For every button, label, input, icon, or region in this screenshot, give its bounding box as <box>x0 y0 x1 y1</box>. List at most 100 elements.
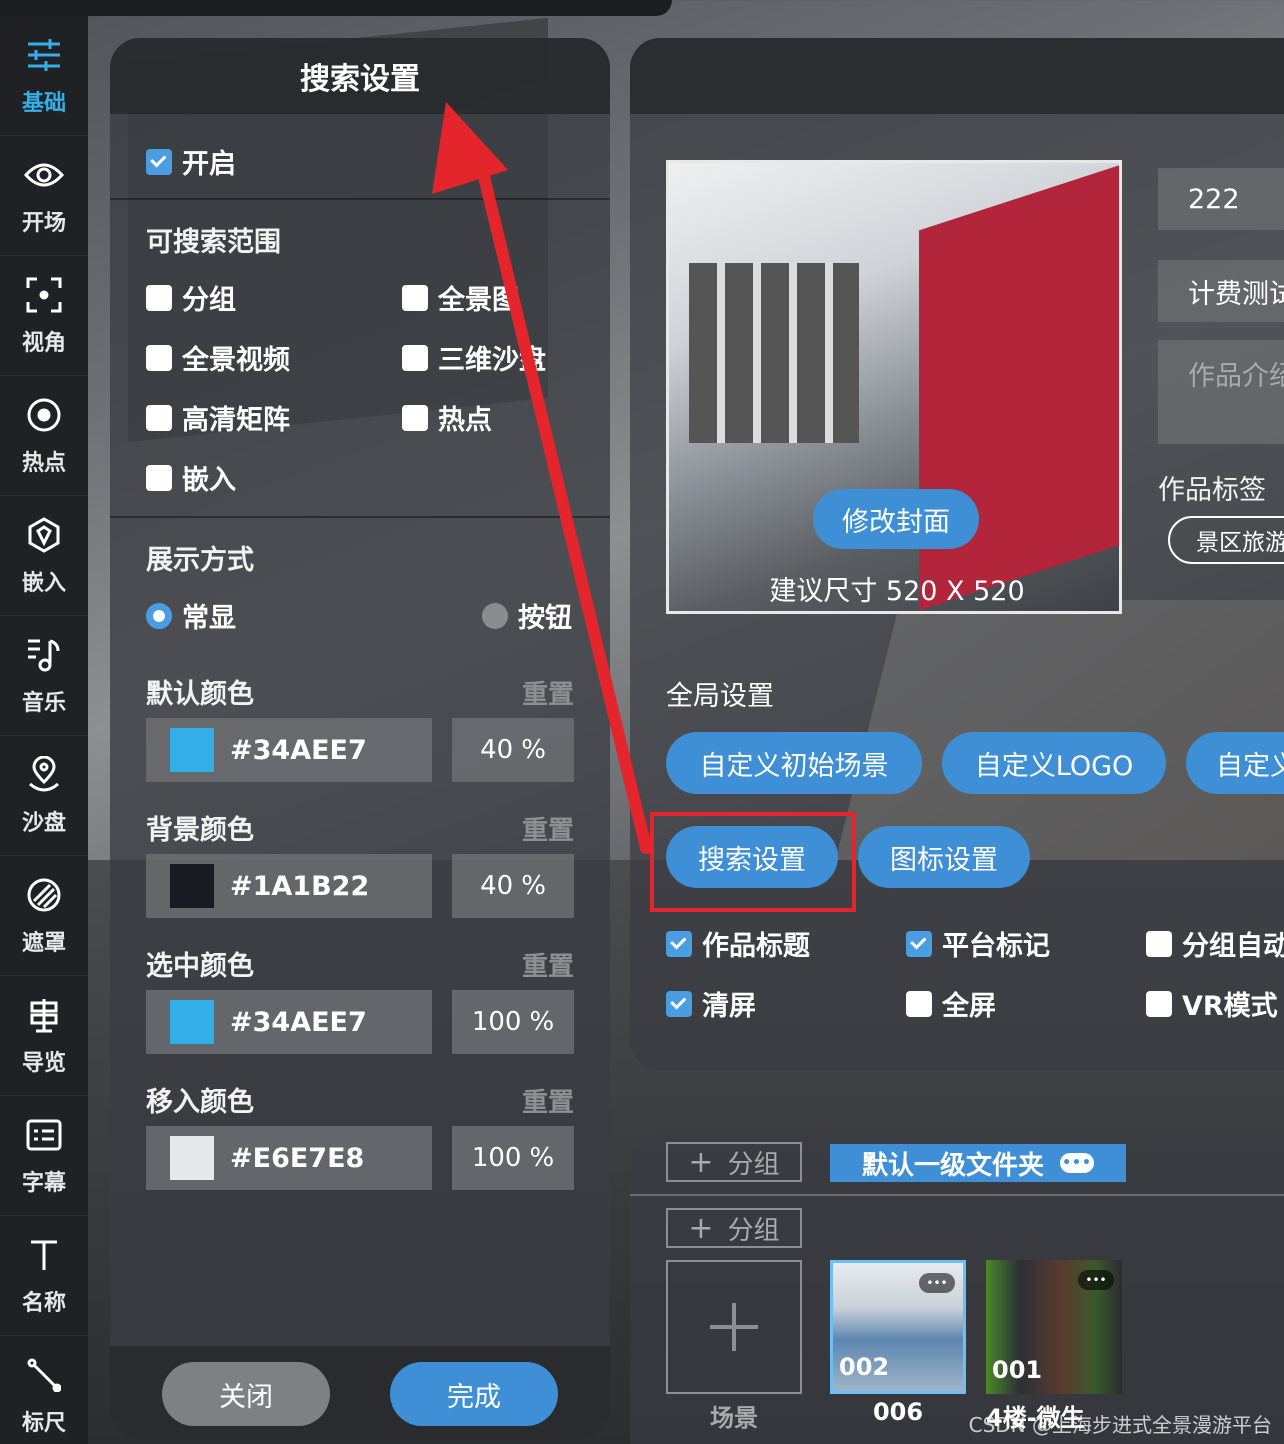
scope-option-hotspot[interactable]: 热点 <box>402 398 492 437</box>
reset-link[interactable]: 重置 <box>522 946 574 983</box>
signpost-icon <box>24 995 64 1035</box>
ruler-icon <box>24 1355 64 1395</box>
scope-option-group[interactable]: 分组 <box>146 278 236 317</box>
scene-thumbnail[interactable]: ••• 001 <box>986 1260 1122 1394</box>
add-subgroup-button[interactable]: + 分组 <box>666 1208 802 1248</box>
scope-option-video[interactable]: 全景视频 <box>146 338 290 377</box>
nav-item-embed[interactable]: 嵌入 <box>0 496 88 616</box>
scope-option-panorama[interactable]: 全景图 <box>402 278 519 317</box>
more-icon[interactable]: ••• <box>919 1273 955 1293</box>
nav-item-mask[interactable]: 遮罩 <box>0 856 88 976</box>
search-settings-panel: 搜索设置 开启 可搜索范围 分组 全景图 全景视频 三维沙盘 高清矩阵 热点 嵌… <box>110 38 610 1438</box>
option-work-title[interactable]: 作品标题 <box>666 924 810 963</box>
cover-size-hint: 建议尺寸 520 X 520 <box>769 576 1025 607</box>
close-button[interactable]: 关闭 <box>162 1362 330 1426</box>
nav-item-sandtable[interactable]: 沙盘 <box>0 736 88 856</box>
group-label: 分组 <box>727 1149 780 1180</box>
add-scene-button[interactable] <box>666 1260 802 1394</box>
nav-item-ruler[interactable]: 标尺 <box>0 1336 88 1444</box>
target-icon <box>24 395 64 435</box>
reset-link[interactable]: 重置 <box>522 1082 574 1119</box>
scene-thumbnail[interactable]: ••• 002 <box>830 1260 966 1394</box>
folder-tab[interactable]: 默认一级文件夹 ••• <box>830 1144 1126 1182</box>
option-label: VR模式 <box>1182 991 1278 1022</box>
option-vr-mode[interactable]: VR模式 <box>1146 984 1278 1023</box>
reset-link[interactable]: 重置 <box>522 674 574 711</box>
color-picker[interactable]: #1A1B22 <box>146 854 432 918</box>
custom-more-button[interactable]: 自定义 <box>1186 732 1284 794</box>
custom-logo-button[interactable]: 自定义LOGO <box>942 732 1166 794</box>
nav-item-music[interactable]: 音乐 <box>0 616 88 736</box>
reset-link[interactable]: 重置 <box>522 810 574 847</box>
nav-label: 导览 <box>21 1050 66 1076</box>
option-group-auto[interactable]: 分组自动 <box>1146 924 1284 963</box>
opacity-input[interactable]: 100% <box>452 990 574 1054</box>
nav-item-view[interactable]: 视角 <box>0 256 88 376</box>
nav-item-basic[interactable]: 基础 <box>0 16 88 136</box>
work-title-input[interactable]: 222 <box>1158 168 1284 230</box>
opacity-input[interactable]: 40% <box>452 718 574 782</box>
opacity-input[interactable]: 40% <box>452 854 574 918</box>
enable-checkbox[interactable]: 开启 <box>146 142 236 181</box>
hex-value: #E6E7E8 <box>230 1142 365 1174</box>
opacity-unit: % <box>521 871 546 901</box>
watermark: CSDN @上海步进式全景漫游平台 <box>968 1413 1272 1437</box>
nav-label: 基础 <box>21 90 66 116</box>
highlight-box <box>650 812 856 912</box>
nav-label: 名称 <box>21 1290 66 1316</box>
nav-label: 字幕 <box>21 1170 66 1196</box>
scope-option-matrix[interactable]: 高清矩阵 <box>146 398 290 437</box>
opacity-unit: % <box>521 735 546 765</box>
opacity-value: 40 <box>480 735 514 765</box>
opacity-value: 40 <box>480 871 514 901</box>
change-cover-button[interactable]: 修改封面 <box>813 489 979 549</box>
checkbox-icon <box>1146 990 1172 1017</box>
display-option-always[interactable]: 常显 <box>146 596 236 635</box>
nav-item-name[interactable]: 名称 <box>0 1216 88 1336</box>
option-label: 作品标题 <box>702 931 810 962</box>
nav-item-guide[interactable]: 导览 <box>0 976 88 1096</box>
icon-settings-button[interactable]: 图标设置 <box>858 826 1030 888</box>
checkbox-icon <box>402 404 428 431</box>
intro-textarea[interactable]: 作品介绍 <box>1158 340 1284 444</box>
scope-option-embed[interactable]: 嵌入 <box>146 458 236 497</box>
color-picker[interactable]: #E6E7E8 <box>146 1126 432 1190</box>
option-label: 热点 <box>438 405 492 436</box>
opacity-unit: % <box>529 1143 555 1173</box>
nav-label: 开场 <box>21 210 66 236</box>
scope-option-3d-sandtable[interactable]: 三维沙盘 <box>402 338 546 377</box>
option-clear-screen[interactable]: 清屏 <box>666 984 756 1023</box>
hex-value: #34AEE7 <box>230 734 367 766</box>
nav-item-hotspot[interactable]: 热点 <box>0 376 88 496</box>
nav-label: 音乐 <box>21 690 66 716</box>
scene-name: 006 <box>872 1398 924 1426</box>
custom-initial-scene-button[interactable]: 自定义初始场景 <box>666 732 922 794</box>
add-group-button[interactable]: + 分组 <box>666 1142 802 1182</box>
radio-selected-icon <box>146 602 172 629</box>
done-button[interactable]: 完成 <box>390 1362 558 1426</box>
option-platform-mark[interactable]: 平台标记 <box>906 924 1050 963</box>
plus-icon: + <box>688 1210 714 1246</box>
divider <box>110 516 610 518</box>
option-label: 按钮 <box>518 603 572 634</box>
top-bar <box>0 0 672 16</box>
nav-item-opening[interactable]: 开场 <box>0 136 88 256</box>
color-label: 默认颜色 <box>146 679 254 710</box>
hex-value: #34AEE7 <box>230 1006 367 1038</box>
checkbox-checked-icon <box>666 990 692 1017</box>
color-picker[interactable]: #34AEE7 <box>146 718 432 782</box>
color-label: 选中颜色 <box>146 951 254 982</box>
display-option-button[interactable]: 按钮 <box>482 596 572 635</box>
option-label: 分组 <box>182 285 236 316</box>
nav-item-subtitle[interactable]: 字幕 <box>0 1096 88 1216</box>
divider <box>110 198 610 200</box>
hex-value: #1A1B22 <box>230 870 370 902</box>
color-picker[interactable]: #34AEE7 <box>146 990 432 1054</box>
tag-chip[interactable]: 景区旅游 <box>1168 516 1284 564</box>
more-icon[interactable]: ••• <box>1078 1270 1114 1290</box>
more-icon[interactable]: ••• <box>1060 1153 1094 1173</box>
category-select[interactable]: 计费测试 <box>1158 260 1284 322</box>
color-swatch <box>170 1000 214 1044</box>
opacity-input[interactable]: 100% <box>452 1126 574 1190</box>
option-fullscreen[interactable]: 全屏 <box>906 984 996 1023</box>
